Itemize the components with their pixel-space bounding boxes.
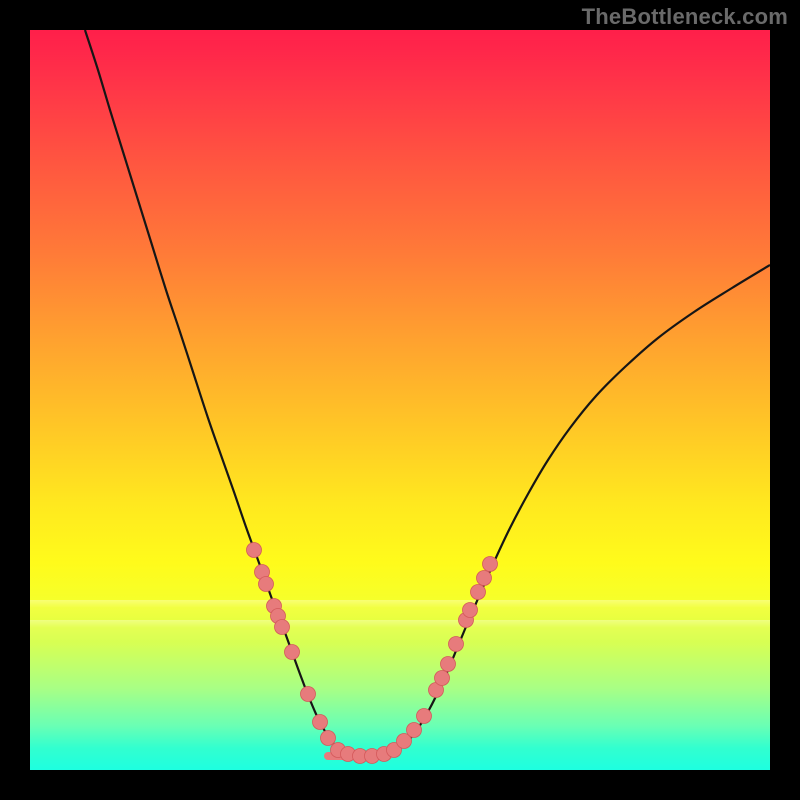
marker-dot [285,645,300,660]
marker-dot [259,577,274,592]
marker-dot [275,620,290,635]
marker-dot [449,637,464,652]
marker-dot [471,585,486,600]
marker-dot [435,671,450,686]
marker-dot [477,571,492,586]
marker-dot [301,687,316,702]
marker-dot [313,715,328,730]
curve-layer [30,30,770,770]
marker-dot [441,657,456,672]
chart-frame: TheBottleneck.com [0,0,800,800]
watermark-text: TheBottleneck.com [582,4,788,30]
marker-dot [463,603,478,618]
marker-dot [407,723,422,738]
marker-dots-group [247,543,498,764]
plot-area [30,30,770,770]
marker-dot [483,557,498,572]
marker-dot [247,543,262,558]
marker-dot [417,709,432,724]
bottleneck-curve [85,30,770,756]
marker-dot [321,731,336,746]
